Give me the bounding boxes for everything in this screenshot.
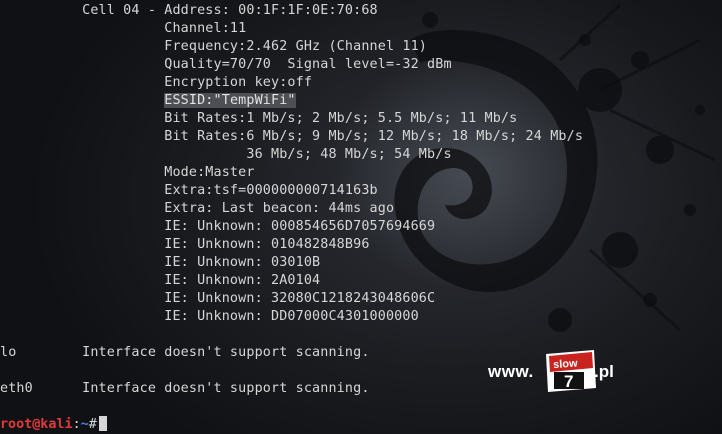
prompt-path: ~: [80, 417, 89, 432]
terminal-line: Extra: Last beacon: 44ms ago: [0, 201, 395, 216]
terminal-line: Mode:Master: [0, 165, 255, 180]
watermark-box-top: slow: [553, 357, 579, 371]
prompt-separator: :: [72, 417, 81, 432]
selected-essid-text[interactable]: ESSID:"TempWiFi": [164, 93, 296, 108]
terminal-window[interactable]: Cell 04 - Address: 00:1F:1F:0E:70:68 Cha…: [0, 0, 722, 434]
slow7-watermark-logo: www. slow 7 .pl: [486, 350, 626, 392]
terminal-line: Encryption key:off: [0, 75, 313, 90]
terminal-line: lo Interface doesn't support scanning.: [0, 345, 370, 360]
terminal-line: IE: Unknown: 32080C1218243048606C: [0, 291, 436, 306]
terminal-line: Frequency:2.462 GHz (Channel 11): [0, 39, 428, 54]
terminal-line: IE: Unknown: DD07000C4301000000: [0, 309, 419, 324]
terminal-line: Extra:tsf=000000000714163b: [0, 183, 378, 198]
shell-prompt[interactable]: root@kali:~#: [0, 416, 107, 434]
terminal-line: IE: Unknown: 03010B: [0, 255, 321, 270]
terminal-line: IE: Unknown: 000854656D7057694669: [0, 219, 436, 234]
prompt-symbol: #: [88, 417, 97, 432]
watermark-box-number: 7: [564, 372, 573, 391]
terminal-line: eth0 Interface doesn't support scanning.: [0, 381, 370, 396]
terminal-line: IE: Unknown: 010482848B96: [0, 237, 370, 252]
watermark-prefix: www.: [488, 362, 534, 381]
text-cursor: [98, 416, 107, 431]
terminal-line: ESSID:"TempWiFi": [0, 92, 296, 110]
terminal-line: Bit Rates:1 Mb/s; 2 Mb/s; 5.5 Mb/s; 11 M…: [0, 111, 518, 126]
watermark-suffix: .pl: [594, 362, 614, 381]
terminal-line: Bit Rates:6 Mb/s; 9 Mb/s; 12 Mb/s; 18 Mb…: [0, 129, 584, 144]
terminal-line: 36 Mb/s; 48 Mb/s; 54 Mb/s: [0, 147, 452, 162]
terminal-line: Quality=70/70 Signal level=-32 dBm: [0, 57, 452, 72]
terminal-line: IE: Unknown: 2A0104: [0, 273, 321, 288]
slow7-logo-box: slow 7: [546, 350, 596, 392]
terminal-line: Cell 04 - Address: 00:1F:1F:0E:70:68: [0, 3, 378, 18]
terminal-line: Channel:11: [0, 21, 247, 36]
prompt-user-host: root@kali: [0, 417, 73, 432]
